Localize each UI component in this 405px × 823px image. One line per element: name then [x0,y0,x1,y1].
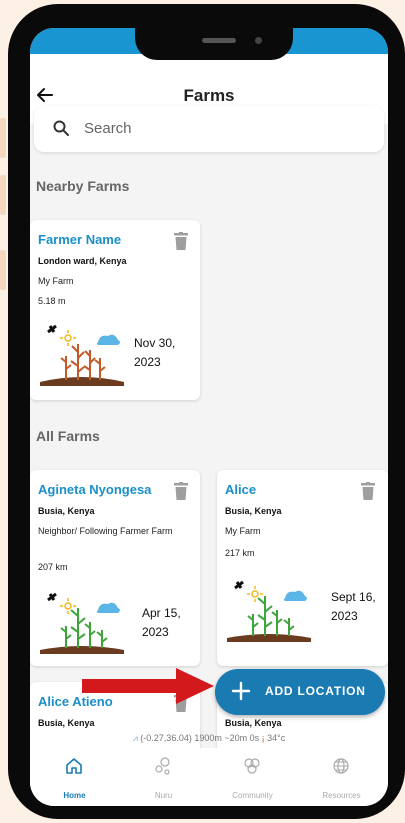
farm-location: London ward, Kenya [38,256,127,266]
nav-item-community[interactable]: Community [208,748,297,806]
volume-down-tab [0,175,6,215]
page-title: Farms [183,86,235,105]
nearby-farms-heading: Nearby Farms [36,178,130,194]
farm-date-line1: Nov 30, [134,336,176,350]
farm-distance: 207 km [38,562,68,572]
temperature: 34°c [267,733,286,743]
front-camera [255,37,262,44]
camera-notch [135,28,293,60]
thermometer-icon: ¡ [261,733,265,743]
search-icon [53,120,69,136]
red-arrow-pointer [82,668,214,704]
farm-date-line2: 2023 [142,625,169,639]
volume-up-tab [0,118,6,158]
add-location-button[interactable]: ADD LOCATION [215,669,385,715]
plus-icon [231,681,251,701]
gps-status: ⩘ (-0.27,36.04) 1900m ~20m 0s ¡ 34°c [30,733,388,744]
farm-date-line1: Apr 15, [142,606,181,620]
trash-icon[interactable] [361,482,375,500]
nav-label-home: Home [63,791,86,800]
farm-card[interactable]: Alice Busia, Kenya My Farm 217 km Sept 1… [217,470,388,666]
farm-date: Nov 30, 2023 [134,334,175,372]
speaker-grille [202,38,236,43]
farm-type: My Farm [38,276,74,286]
trash-icon[interactable] [174,482,188,500]
nav-label-resources: Resources [322,791,361,800]
farm-location: Busia, Kenya [38,506,95,516]
nav-item-resources[interactable]: Resources [297,748,386,806]
nav-item-nuru[interactable]: Nuru [119,748,208,806]
home-icon [66,758,82,774]
farm-distance: 217 km [225,548,255,558]
farm-date-line2: 2023 [331,609,358,623]
farm-name: Alice [225,482,257,497]
farm-type: Neighbor/ Following Farmer Farm [38,526,173,536]
farm-name: Farmer Name [38,232,122,247]
dry-crops-illustration [40,324,124,386]
nav-item-home[interactable]: Home [30,748,119,806]
farm-date: Sept 16, 2023 [331,588,376,626]
farm-date: Apr 15, 2023 [142,604,181,642]
farm-type: My Farm [225,526,261,536]
farm-date-line2: 2023 [134,355,161,369]
farm-card[interactable]: Farmer Name London ward, Kenya My Farm 5… [30,220,200,400]
gps-coords: (-0.27,36.04) 1900m ~20m 0s [140,733,260,743]
trash-icon[interactable] [174,232,188,250]
farm-date-line1: Sept 16, [331,590,376,604]
farm-name: Agineta Nyongesa [38,482,152,497]
search-input[interactable]: Search [34,106,384,152]
farm-card[interactable]: Agineta Nyongesa Busia, Kenya Neighbor/ … [30,470,200,666]
nav-label-nuru: Nuru [154,791,173,800]
app-screen: Farms Search Nearby Farms Farmer Name Lo… [30,28,388,806]
farm-location: Busia, Kenya [38,718,95,728]
nav-label-community: Community [232,791,273,800]
community-icon [244,758,260,774]
bottom-nav: Home Nuru Community Resources [30,748,388,806]
all-farms-heading: All Farms [36,428,100,444]
nuru-icon [155,757,170,775]
globe-icon [333,758,349,774]
green-crops-illustration [40,592,124,654]
gps-icon: ⩘ [132,733,138,743]
add-location-label: ADD LOCATION [265,684,366,698]
farm-distance: 5.18 m [38,296,66,306]
farm-location: Busia, Kenya [225,718,282,728]
side-button-tab [0,250,6,290]
green-crops-illustration [227,580,311,642]
farm-location: Busia, Kenya [225,506,282,516]
search-placeholder: Search [84,120,132,137]
